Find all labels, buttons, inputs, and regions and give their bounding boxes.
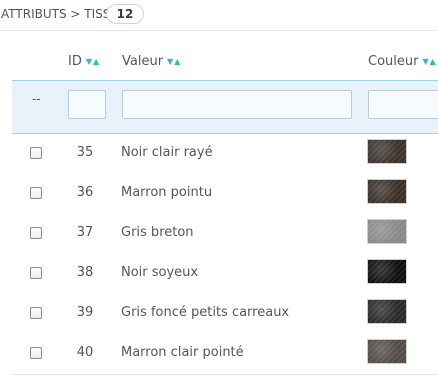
color-filter-input[interactable] xyxy=(368,90,438,119)
table-row[interactable]: 38 Noir soyeux xyxy=(12,254,438,295)
color-swatch-dark-striped-fabric xyxy=(367,139,407,164)
row-value: Noir clair rayé xyxy=(121,145,213,160)
count-badge: 12 xyxy=(106,4,144,24)
table-row[interactable]: 35 Noir clair rayé xyxy=(12,134,438,175)
column-label-value: Valeur xyxy=(122,54,164,69)
column-label-color: Couleur xyxy=(368,54,419,69)
row-select-checkbox[interactable] xyxy=(30,187,42,199)
row-id: 35 xyxy=(76,145,94,160)
row-id: 36 xyxy=(76,185,94,200)
column-header-value[interactable]: Valeur ▼▲ xyxy=(122,54,181,69)
table-row[interactable]: 40 Marron clair pointé xyxy=(12,334,438,375)
row-id: 37 xyxy=(76,225,94,240)
sort-arrows-icon[interactable]: ▼▲ xyxy=(422,57,436,66)
row-select-checkbox[interactable] xyxy=(30,347,42,359)
color-swatch-grey-fabric xyxy=(367,219,407,244)
sort-arrows-icon[interactable]: ▼▲ xyxy=(86,57,100,66)
color-swatch-black-silky-fabric xyxy=(367,259,407,284)
id-filter-input[interactable] xyxy=(68,90,106,119)
row-value: Noir soyeux xyxy=(121,265,199,280)
color-swatch-light-brown-dotted-fabric xyxy=(367,339,407,364)
filter-placeholder-dash: -- xyxy=(32,92,41,106)
table-header: ID ▼▲ Valeur ▼▲ Couleur ▼▲ xyxy=(12,30,438,81)
column-label-id: ID xyxy=(68,54,82,69)
value-filter-input[interactable] xyxy=(122,90,352,119)
row-select-checkbox[interactable] xyxy=(30,227,42,239)
row-value: Gris foncé petits carreaux xyxy=(121,305,290,320)
color-swatch-brown-dotted-fabric xyxy=(367,179,407,204)
row-id: 39 xyxy=(76,305,94,320)
table-row[interactable]: 37 Gris breton xyxy=(12,214,438,255)
row-select-checkbox[interactable] xyxy=(30,267,42,279)
attribute-values-page: Attributs > Tissu 12 ID ▼▲ Valeur ▼▲ Coule… xyxy=(0,0,438,375)
row-select-checkbox[interactable] xyxy=(30,307,42,319)
row-value: Gris breton xyxy=(121,225,194,240)
sort-arrows-icon[interactable]: ▼▲ xyxy=(167,57,181,66)
row-value: Marron clair pointé xyxy=(121,345,244,360)
row-id: 40 xyxy=(76,345,94,360)
panel-heading: Attributs > Tissu 12 xyxy=(0,0,438,31)
column-header-id[interactable]: ID ▼▲ xyxy=(68,54,100,69)
table-row[interactable]: 36 Marron pointu xyxy=(12,174,438,215)
filter-row: -- xyxy=(12,81,438,134)
row-select-checkbox[interactable] xyxy=(30,147,42,159)
row-id: 38 xyxy=(76,265,94,280)
column-header-color[interactable]: Couleur ▼▲ xyxy=(368,54,437,69)
row-value: Marron pointu xyxy=(121,185,213,200)
table-row[interactable]: 39 Gris foncé petits carreaux xyxy=(12,294,438,335)
panel-title: Attributs > Tissu xyxy=(1,7,120,21)
color-swatch-dark-grey-checked-fabric xyxy=(367,299,407,324)
attribute-values-table: ID ▼▲ Valeur ▼▲ Couleur ▼▲ -- 35 Noir clair … xyxy=(12,30,438,375)
